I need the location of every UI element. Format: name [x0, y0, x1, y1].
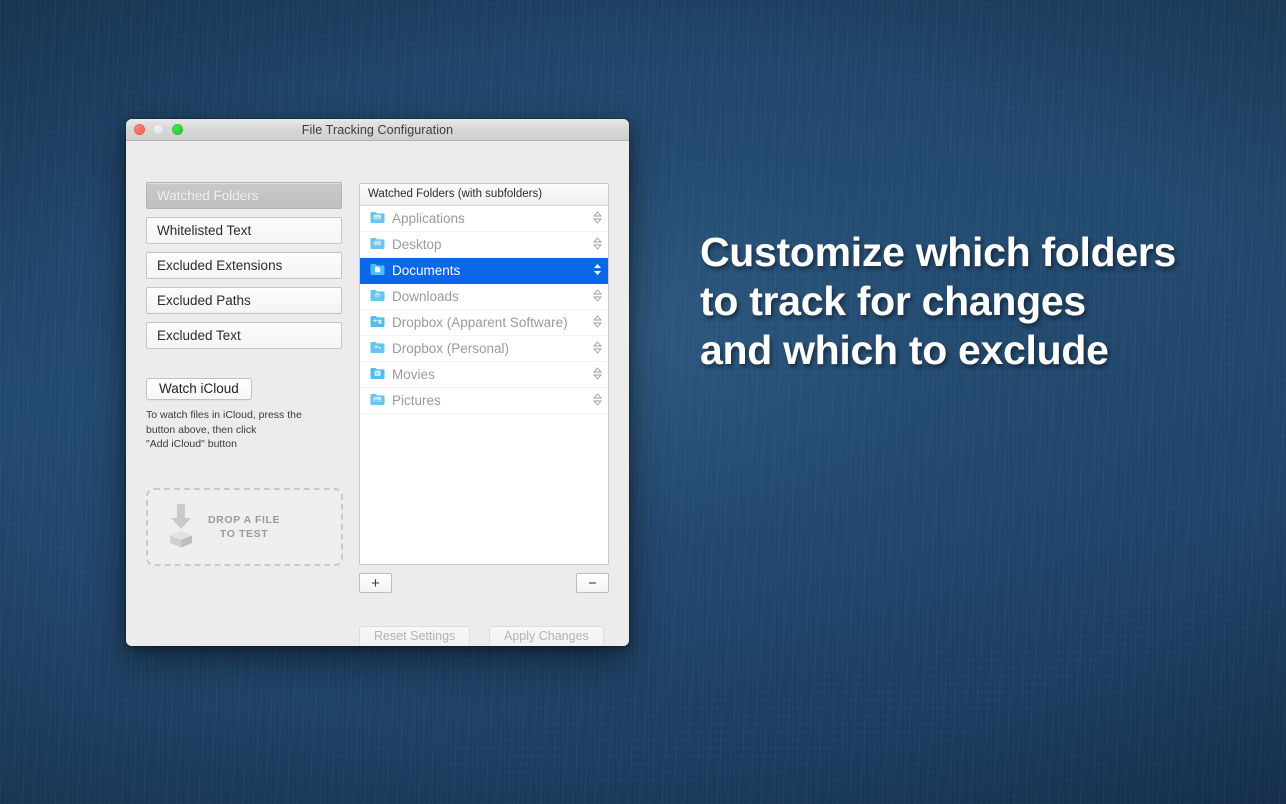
drop-box-arrow-icon [166, 502, 196, 553]
folder-dropbox-icon [370, 341, 385, 357]
category-watched-folders[interactable]: Watched Folders [146, 182, 342, 209]
row-stepper-icon[interactable] [593, 211, 602, 227]
list-header: Watched Folders (with subfolders) [360, 184, 608, 206]
window-content: Watched Folders Whitelisted Text Exclude… [126, 141, 629, 646]
row-stepper-icon[interactable] [593, 393, 602, 409]
category-whitelisted-text[interactable]: Whitelisted Text [146, 217, 342, 244]
table-row[interactable]: Documents [360, 258, 608, 284]
row-stepper-icon[interactable] [593, 289, 602, 305]
folder-documents-icon [370, 263, 385, 279]
category-list: Watched Folders Whitelisted Text Exclude… [146, 182, 342, 357]
row-stepper-icon[interactable] [593, 315, 602, 331]
apply-changes-button[interactable]: Apply Changes [489, 626, 604, 646]
table-row[interactable]: Dropbox (Apparent Software) [360, 310, 608, 336]
folder-applications-icon [370, 211, 385, 227]
drop-file-zone[interactable]: DROP A FILE TO TEST [146, 488, 343, 566]
category-excluded-extensions[interactable]: Excluded Extensions [146, 252, 342, 279]
folder-pictures-icon [370, 393, 385, 409]
row-label: Dropbox (Apparent Software) [392, 315, 589, 330]
folder-downloads-icon [370, 289, 385, 305]
category-excluded-text[interactable]: Excluded Text [146, 322, 342, 349]
icloud-help-text: To watch files in iCloud, press the butt… [146, 408, 341, 452]
marketing-headline: Customize which folders to track for cha… [700, 228, 1220, 375]
row-label: Downloads [392, 289, 589, 304]
minimize-button-icon[interactable] [153, 124, 164, 135]
window-titlebar[interactable]: File Tracking Configuration [126, 119, 629, 141]
row-label: Documents [392, 263, 589, 278]
folder-dropbox-icon [370, 315, 385, 331]
row-label: Pictures [392, 393, 589, 408]
row-label: Applications [392, 211, 589, 226]
close-button-icon[interactable] [134, 124, 145, 135]
add-folder-button[interactable]: + [359, 573, 392, 593]
row-stepper-icon[interactable] [593, 237, 602, 253]
window-controls [134, 124, 183, 135]
table-row[interactable]: Dropbox (Personal) [360, 336, 608, 362]
watch-icloud-button[interactable]: Watch iCloud [146, 378, 252, 400]
table-row[interactable]: Pictures [360, 388, 608, 414]
row-label: Dropbox (Personal) [392, 341, 589, 356]
app-window: File Tracking Configuration Watched Fold… [126, 119, 629, 646]
table-row[interactable]: Downloads [360, 284, 608, 310]
category-excluded-paths[interactable]: Excluded Paths [146, 287, 342, 314]
row-stepper-icon[interactable] [593, 263, 602, 279]
table-row[interactable]: Movies [360, 362, 608, 388]
remove-folder-button[interactable]: − [576, 573, 609, 593]
watched-folders-list: Watched Folders (with subfolders) Applic… [359, 183, 609, 565]
row-stepper-icon[interactable] [593, 367, 602, 383]
table-row[interactable]: Desktop [360, 232, 608, 258]
row-label: Desktop [392, 237, 589, 252]
table-row[interactable]: Applications [360, 206, 608, 232]
drop-file-label: DROP A FILE TO TEST [208, 513, 280, 541]
reset-settings-button[interactable]: Reset Settings [359, 626, 470, 646]
row-stepper-icon[interactable] [593, 341, 602, 357]
window-title: File Tracking Configuration [126, 123, 629, 137]
zoom-button-icon[interactable] [172, 124, 183, 135]
folder-movies-icon [370, 367, 385, 383]
folder-desktop-icon [370, 237, 385, 253]
row-label: Movies [392, 367, 589, 382]
